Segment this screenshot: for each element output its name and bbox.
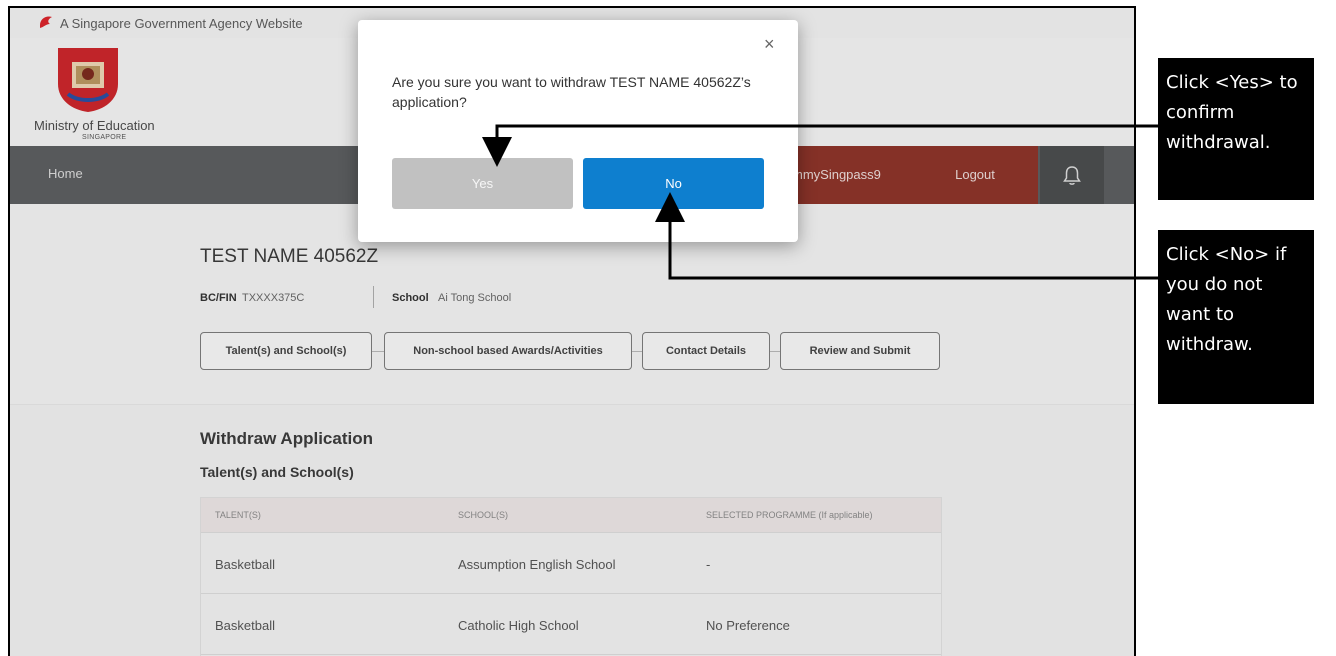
- yes-callout: Click <Yes> to confirm withdrawal.: [1158, 58, 1314, 200]
- no-arrow: [655, 192, 1158, 280]
- no-callout: Click <No> if you do not want to withdra…: [1158, 230, 1314, 404]
- yes-arrow: [482, 124, 1158, 167]
- annotation-arrows: [482, 124, 1158, 280]
